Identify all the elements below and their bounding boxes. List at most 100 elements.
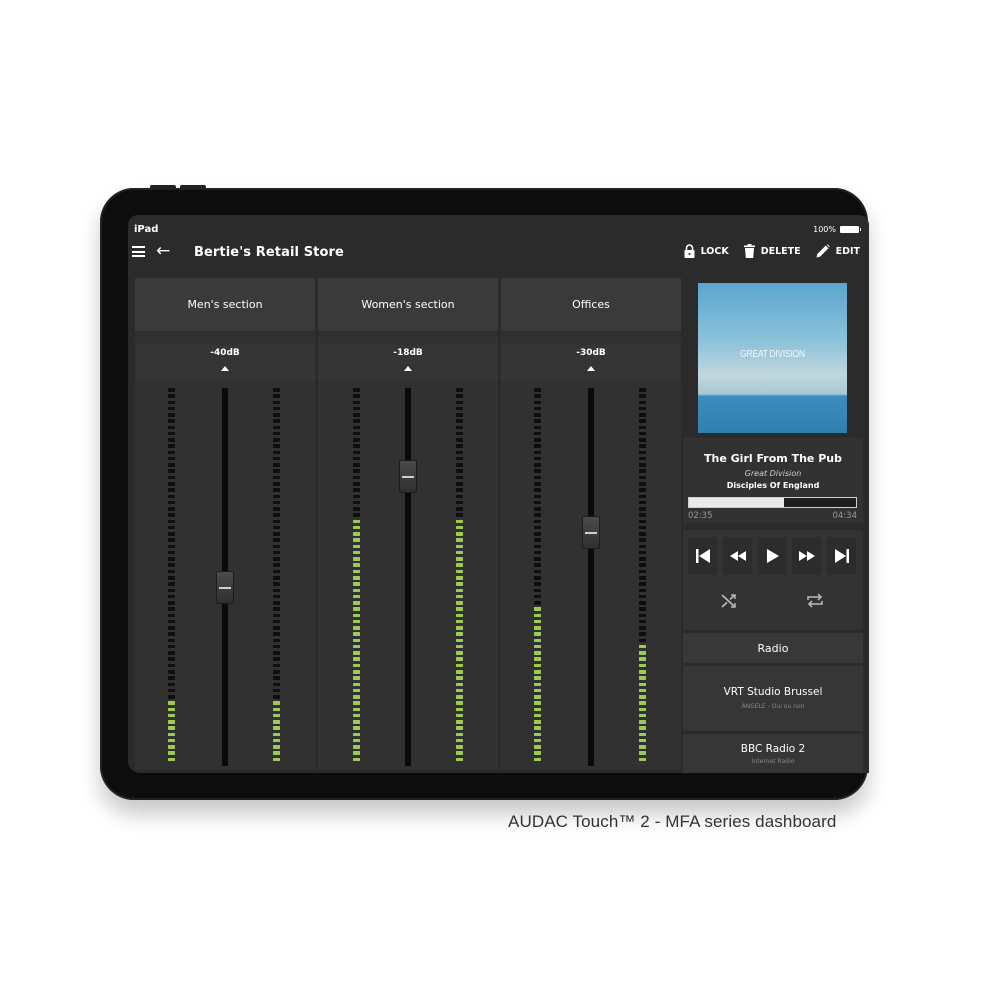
meter-segment <box>639 475 646 480</box>
meter-segment <box>456 494 463 499</box>
meter-segment <box>456 469 463 473</box>
meter-segment <box>353 444 360 448</box>
meter-segment <box>456 757 463 762</box>
meter-segment <box>456 388 463 392</box>
meter-segment <box>534 532 541 536</box>
meter-segment <box>534 651 541 655</box>
meter-segment <box>353 745 360 749</box>
meter-segment <box>639 431 646 436</box>
meter-segment <box>456 588 463 593</box>
meter-segment <box>639 651 646 655</box>
meter-segment <box>168 582 175 586</box>
meter-segment <box>639 638 646 643</box>
meter-segment <box>639 500 646 505</box>
back-arrow-icon[interactable]: ← <box>156 241 170 261</box>
meter-segment <box>168 682 175 687</box>
meter-segment <box>353 751 360 755</box>
meter-segment <box>534 406 541 411</box>
meter-segment <box>456 626 463 630</box>
meter-segment <box>168 732 175 737</box>
meter-segment <box>353 538 360 542</box>
meter-segment <box>273 482 280 486</box>
meter-segment <box>639 425 646 430</box>
zone-name-button[interactable]: Men's section <box>135 278 315 337</box>
radio-tab[interactable]: Radio <box>683 633 863 663</box>
lock-button[interactable]: LOCK <box>684 244 729 258</box>
meter-segment <box>639 663 646 668</box>
meter-segment <box>456 519 463 524</box>
repeat-button[interactable] <box>807 593 823 612</box>
meter-segment <box>168 663 175 668</box>
meter-segment <box>534 538 541 542</box>
meter-segment <box>456 406 463 411</box>
status-bar: iPad 100% <box>128 215 869 239</box>
gain-up-arrow-icon[interactable] <box>404 366 412 371</box>
meter-segment <box>353 494 360 499</box>
meter-segment <box>534 394 541 398</box>
fast-forward-icon <box>798 551 815 561</box>
play-button[interactable] <box>758 537 787 575</box>
shuffle-button[interactable] <box>721 593 736 612</box>
meter-segment <box>168 519 175 524</box>
meter-segment <box>353 544 360 549</box>
meter-segment <box>168 713 175 718</box>
meter-segment <box>456 713 463 718</box>
meter-segment <box>456 638 463 643</box>
meter-segment <box>456 513 463 517</box>
previous-track-button[interactable] <box>688 537 717 575</box>
meter-segment <box>168 726 175 730</box>
delete-button[interactable]: DELETE <box>743 244 801 258</box>
meter-segment <box>168 469 175 473</box>
meter-segment <box>534 701 541 705</box>
fader-handle[interactable] <box>399 460 417 494</box>
radio-station-item[interactable]: BBC Radio 2 Internet Radio <box>683 734 863 773</box>
meter-segment <box>168 707 175 712</box>
meter-segment <box>168 388 175 392</box>
next-track-button[interactable] <box>827 537 856 575</box>
gain-value: -18dB <box>393 348 423 358</box>
meter-segment <box>168 456 175 461</box>
zone-channel: Offices -30dB <box>501 278 681 770</box>
meter-segment <box>168 601 175 605</box>
fader-handle[interactable] <box>216 570 234 604</box>
meter-segment <box>456 594 463 599</box>
meter-segment <box>639 388 646 392</box>
zone-name-button[interactable]: Offices <box>501 278 681 337</box>
fader-track[interactable] <box>405 388 411 766</box>
menu-icon[interactable] <box>132 246 145 257</box>
album-name: Disciples Of England <box>726 481 820 490</box>
meter-segment <box>273 532 280 536</box>
meter-segment <box>273 657 280 661</box>
radio-station-item[interactable]: VRT Studio Brussel ANGELE - Oui ou non <box>683 666 863 731</box>
meter-segment <box>168 525 175 530</box>
gain-up-arrow-icon[interactable] <box>587 366 595 371</box>
rewind-icon <box>729 551 746 561</box>
meter-segment <box>353 695 360 699</box>
meter-segment <box>353 588 360 593</box>
edit-button[interactable]: EDIT <box>816 244 860 258</box>
meter-segment <box>273 682 280 687</box>
gain-up-arrow-icon[interactable] <box>221 366 229 371</box>
rewind-button[interactable] <box>723 537 752 575</box>
delete-label: DELETE <box>760 245 801 257</box>
meter-segment <box>168 588 175 593</box>
edit-label: EDIT <box>835 245 860 257</box>
meter-segment <box>353 713 360 718</box>
meter-segment <box>353 425 360 430</box>
progress-bar[interactable] <box>688 497 857 508</box>
meter-segment <box>456 613 463 618</box>
meter-segment <box>353 569 360 574</box>
meter-segment <box>639 444 646 448</box>
meter-segment <box>353 557 360 561</box>
meter-segment <box>273 732 280 737</box>
meter-segment <box>273 406 280 411</box>
fader-handle[interactable] <box>582 515 600 549</box>
meter-segment <box>168 413 175 417</box>
meter-segment <box>456 707 463 712</box>
meter-segment <box>353 469 360 473</box>
meter-segment <box>273 676 280 680</box>
meter-segment <box>534 594 541 599</box>
zone-name-button[interactable]: Women's section <box>318 278 498 337</box>
fast-forward-button[interactable] <box>792 537 821 575</box>
fader-track[interactable] <box>588 388 594 766</box>
